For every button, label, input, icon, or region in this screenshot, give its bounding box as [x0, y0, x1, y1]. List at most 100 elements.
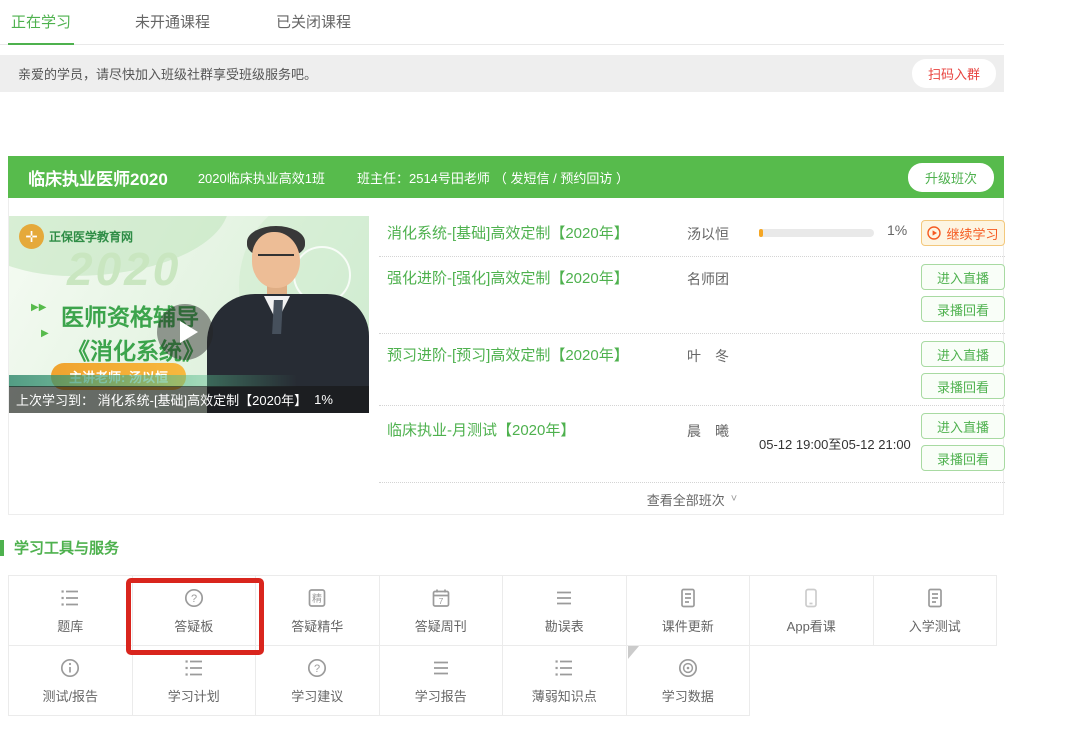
tool-label: 学习数据 — [662, 686, 714, 705]
class-card-body: ✛ 正保医学教育网 2020 ▶▶ ▶ 医师资格辅导 《消化系统》 主讲老师: … — [8, 198, 1004, 515]
target-icon — [677, 657, 699, 679]
tool-label: 课件更新 — [662, 616, 714, 635]
tool-courseware-update[interactable]: 课件更新 — [626, 575, 751, 646]
tool-study-advice[interactable]: ? 学习建议 — [255, 645, 380, 716]
tool-label: App看课 — [787, 616, 836, 635]
tab-learning[interactable]: 正在学习 — [8, 11, 74, 45]
replay-button[interactable]: 录播回看 — [921, 373, 1005, 399]
group-notice-bar: 亲爱的学员，请尽快加入班级社群享受班级服务吧。 扫码入群 — [0, 55, 1004, 92]
enter-live-button[interactable]: 进入直播 — [921, 341, 1005, 367]
tool-label: 答疑周刊 — [415, 616, 467, 635]
tool-answer-highlights[interactable]: 精 答疑精华 — [255, 575, 380, 646]
tool-weak-points[interactable]: 薄弱知识点 — [502, 645, 627, 716]
play-button[interactable] — [157, 304, 213, 360]
tool-study-report[interactable]: 学习报告 — [379, 645, 504, 716]
svg-text:精: 精 — [312, 592, 322, 605]
tool-label: 勘误表 — [545, 616, 584, 635]
section-accent-bar — [0, 540, 4, 556]
course-teacher: 叶 冬 — [687, 346, 729, 366]
calendar-7-icon: 7 — [430, 587, 452, 609]
instructor-photo — [258, 254, 294, 265]
course-row: 消化系统-[基础]高效定制【2020年】 汤以恒 1% 继续学习 — [379, 198, 1005, 257]
course-teacher: 汤以恒 — [687, 224, 729, 244]
list-icon — [553, 657, 575, 679]
svg-text:7: 7 — [438, 596, 443, 606]
enter-live-button[interactable]: 进入直播 — [921, 264, 1005, 290]
tool-study-data[interactable]: 学习数据 — [626, 645, 751, 716]
course-title-link[interactable]: 临床执业-月测试【2020年】 — [387, 419, 575, 440]
progress-fill — [759, 229, 763, 237]
class-name: 2020临床执业高效1班 — [198, 168, 325, 187]
lines-icon — [430, 657, 452, 679]
course-row: 临床执业-月测试【2020年】 晨 曦 05-12 19:00至05-12 21… — [379, 406, 1005, 483]
tool-label: 学习计划 — [168, 686, 220, 705]
replay-button[interactable]: 录播回看 — [921, 296, 1005, 322]
enter-live-button[interactable]: 进入直播 — [921, 413, 1005, 439]
play-icon — [180, 321, 198, 343]
list-icon — [59, 587, 81, 609]
course-status-tabbar: 正在学习 未开通课程 已关闭课程 — [0, 0, 1004, 45]
lines-icon — [553, 587, 575, 609]
tool-entrance-test[interactable]: 入学测试 — [873, 575, 998, 646]
tools-grid: 题库 ? 答疑板 精 答疑精华 — [8, 575, 1005, 716]
last-learned-progress: 1% — [314, 392, 333, 407]
continue-learning-button[interactable]: 继续学习 — [921, 220, 1005, 246]
phone-icon — [800, 587, 822, 609]
replay-button[interactable]: 录播回看 — [921, 445, 1005, 471]
svg-text:?: ? — [191, 593, 197, 605]
class-card: 临床执业医师2020 2020临床执业高效1班 班主任：2514号田老师 （ 发… — [8, 156, 1004, 515]
brand-cross-icon: ✛ — [19, 224, 44, 249]
class-advisor: 班主任：2514号田老师 — [357, 168, 490, 187]
course-video-thumbnail[interactable]: ✛ 正保医学教育网 2020 ▶▶ ▶ 医师资格辅导 《消化系统》 主讲老师: … — [9, 216, 369, 413]
document-icon — [677, 587, 699, 609]
tab-not-opened[interactable]: 未开通课程 — [132, 11, 213, 44]
tool-label: 答疑板 — [174, 616, 213, 635]
brand-name: 正保医学教育网 — [49, 228, 133, 245]
tool-test-report[interactable]: 测试/报告 — [8, 645, 133, 716]
tools-section-header: 学习工具与服务 — [0, 537, 119, 558]
tab-closed[interactable]: 已关闭课程 — [273, 11, 354, 44]
class-card-header: 临床执业医师2020 2020临床执业高效1班 班主任：2514号田老师 （ 发… — [8, 156, 1004, 198]
advisor-contact-links[interactable]: （ 发短信 / 预约回访 ） — [494, 168, 629, 187]
tool-app-watch[interactable]: App看课 — [749, 575, 874, 646]
tool-study-plan[interactable]: 学习计划 — [132, 645, 257, 716]
progress-percent: 1% — [887, 222, 907, 238]
triangle-bullet-icon: ▶ — [41, 328, 49, 339]
course-row: 预习进阶-[预习]高效定制【2020年】 叶 冬 进入直播 录播回看 — [379, 334, 1005, 406]
tools-row-1: 题库 ? 答疑板 精 答疑精华 — [8, 575, 1005, 646]
instructor-photo — [272, 300, 283, 334]
live-schedule: 05-12 19:00至05-12 21:00 — [759, 434, 911, 453]
pointer-artifact-icon — [628, 646, 639, 659]
brand-logo: ✛ 正保医学教育网 — [19, 224, 133, 249]
view-all-label: 查看全部班次 — [647, 490, 725, 509]
chevron-down-icon: ˅ — [731, 493, 737, 505]
course-title-link[interactable]: 消化系统-[基础]高效定制【2020年】 — [387, 222, 629, 243]
progress-bar — [759, 229, 874, 237]
upgrade-class-button[interactable]: 升级班次 — [908, 163, 994, 192]
course-title-link[interactable]: 强化进阶-[强化]高效定制【2020年】 — [387, 267, 629, 288]
tool-label: 答疑精华 — [291, 616, 343, 635]
section-title: 学习工具与服务 — [14, 537, 119, 558]
tool-question-bank[interactable]: 题库 — [8, 575, 133, 646]
view-all-classes-link[interactable]: 查看全部班次 ˅ — [379, 483, 1005, 515]
tool-errata[interactable]: 勘误表 — [502, 575, 627, 646]
tool-answer-board[interactable]: ? 答疑板 — [132, 575, 257, 646]
triangle-bullet-icon: ▶▶ — [31, 302, 46, 313]
thumb-watermark-year: 2020 — [67, 242, 181, 296]
tool-answer-weekly[interactable]: 7 答疑周刊 — [379, 575, 504, 646]
continue-learning-label: 继续学习 — [946, 224, 998, 243]
list-icon — [183, 657, 205, 679]
course-teacher: 晨 曦 — [687, 421, 729, 441]
last-learned-bar: 上次学习到： 消化系统-[基础]高效定制【2020年】 1% — [9, 386, 369, 413]
svg-text:?: ? — [314, 663, 320, 675]
info-circle-icon — [59, 657, 81, 679]
question-circle-icon: ? — [306, 657, 328, 679]
tool-label: 学习报告 — [415, 686, 467, 705]
course-row: 强化进阶-[强化]高效定制【2020年】 名师团 进入直播 录播回看 — [379, 257, 1005, 334]
tool-label: 题库 — [57, 616, 83, 635]
play-circle-icon — [927, 226, 941, 240]
course-title-link[interactable]: 预习进阶-[预习]高效定制【2020年】 — [387, 344, 629, 365]
question-circle-icon: ? — [183, 587, 205, 609]
jing-badge-icon: 精 — [306, 587, 328, 609]
scan-join-group-button[interactable]: 扫码入群 — [912, 59, 996, 88]
